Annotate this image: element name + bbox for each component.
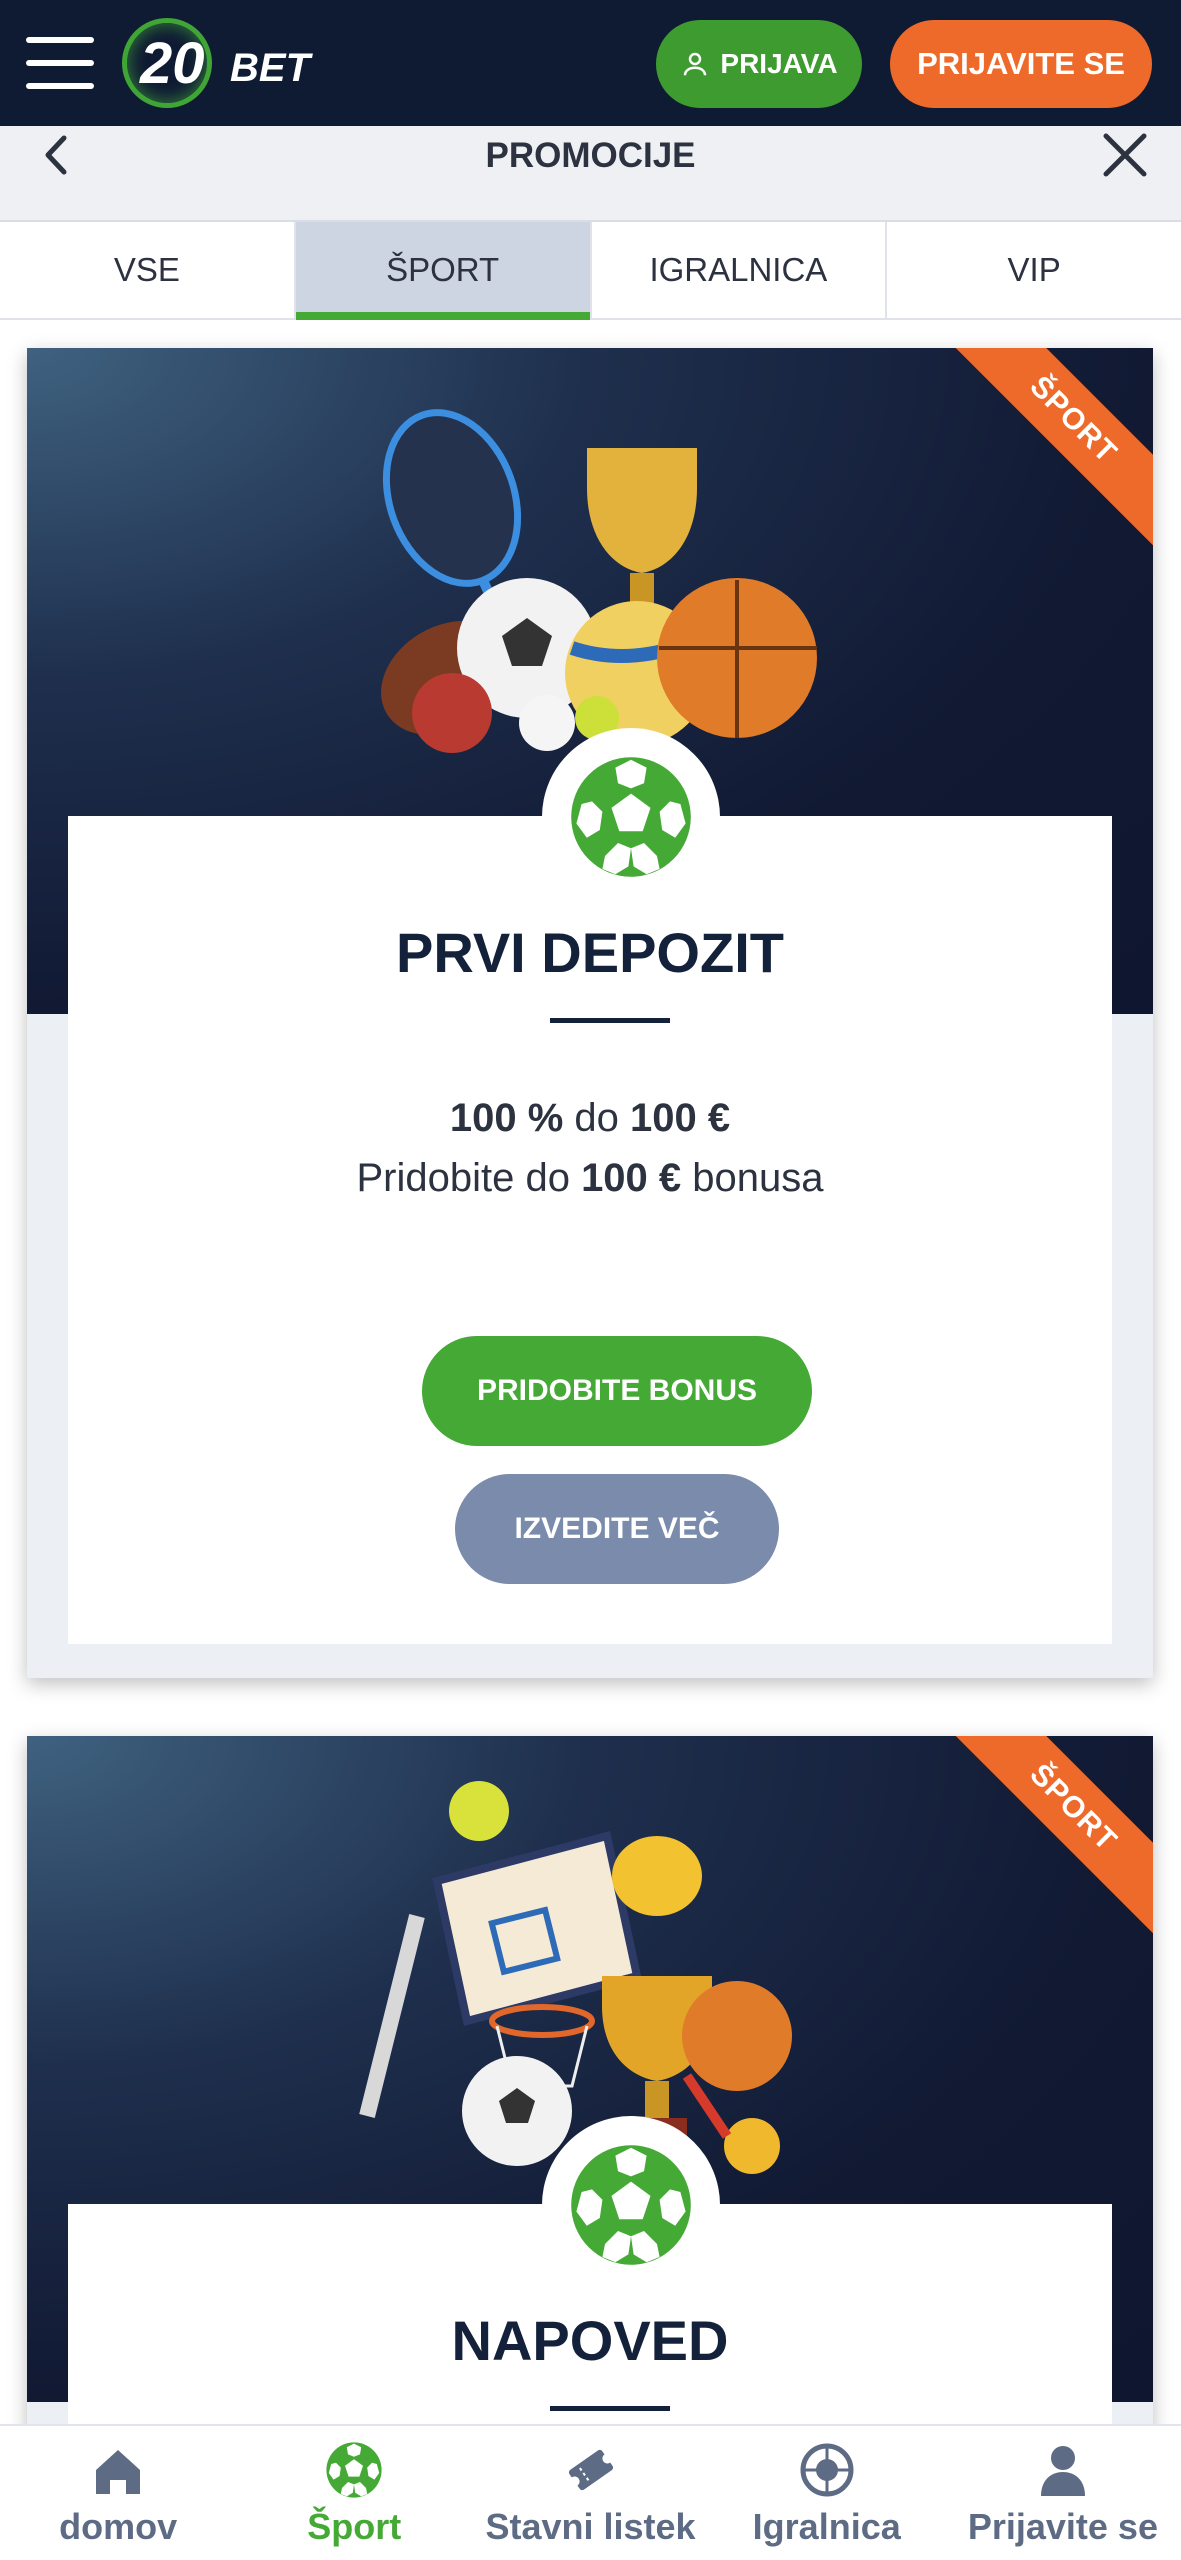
hamburger-menu-icon[interactable] bbox=[26, 33, 94, 93]
logo[interactable]: 20 BET bbox=[118, 14, 318, 112]
nav-label: Stavni listek bbox=[485, 2506, 696, 2547]
tab-sport[interactable]: ŠPORT bbox=[295, 222, 592, 320]
logo-text: BET bbox=[230, 46, 310, 90]
user-icon bbox=[1040, 2446, 1085, 2496]
offer-connector: do bbox=[563, 1096, 631, 1140]
promo-card: ŠPORT NAPOVED bbox=[27, 1736, 1153, 2436]
offer-percent: 100 % bbox=[449, 1096, 564, 1140]
login-button[interactable]: PRIJAVA bbox=[656, 20, 862, 108]
nav-item-betslip[interactable]: Stavni listek bbox=[472, 2426, 708, 2560]
login-label: PRIJAVA bbox=[720, 48, 838, 79]
desc-amount: 100 € bbox=[581, 1156, 682, 1200]
promo-card-body: PRVI DEPOZIT 100 % do 100 € Pridobite do… bbox=[68, 728, 1112, 1644]
learn-more-button[interactable]: IZVEDITE VEČ bbox=[455, 1474, 779, 1584]
nav-item-register[interactable]: Prijavite se bbox=[945, 2426, 1181, 2560]
tab-vse[interactable]: VSE bbox=[0, 222, 296, 318]
subheader: PROMOCIJE bbox=[0, 126, 1181, 222]
promo-card-body: NAPOVED bbox=[68, 2116, 1112, 2436]
bottom-nav: domov Šport Stavni listek Igralnica Prij… bbox=[0, 2424, 1181, 2560]
promo-title: NAPOVED bbox=[451, 2309, 729, 2372]
close-icon[interactable] bbox=[1100, 130, 1150, 180]
home-icon bbox=[96, 2450, 141, 2494]
desc-prefix: Pridobite do bbox=[356, 1156, 582, 1200]
logo-number: 20 bbox=[140, 31, 205, 96]
ticket-icon bbox=[568, 2449, 613, 2491]
offer-amount: 100 € bbox=[630, 1096, 731, 1140]
title-underline bbox=[550, 1018, 670, 1023]
soccer-ball-icon bbox=[326, 2442, 382, 2498]
soccer-ball-icon bbox=[571, 757, 691, 877]
nav-label: domov bbox=[59, 2506, 178, 2547]
get-bonus-button[interactable]: PRIDOBITE BONUS bbox=[422, 1336, 812, 1446]
soccer-ball-badge bbox=[542, 2116, 720, 2294]
nav-item-home[interactable]: domov bbox=[0, 2426, 236, 2560]
top-bar: 20 BET PRIJAVA PRIJAVITE SE bbox=[0, 0, 1181, 126]
page-title: PROMOCIJE bbox=[485, 136, 696, 175]
tab-igralnica[interactable]: IGRALNICA bbox=[592, 222, 888, 318]
nav-label: Igralnica bbox=[752, 2506, 901, 2547]
nav-item-casino[interactable]: Igralnica bbox=[709, 2426, 945, 2560]
nav-item-sport[interactable]: Šport bbox=[236, 2426, 472, 2560]
promo-tabs: VSE ŠPORT IGRALNICA VIP bbox=[0, 222, 1181, 320]
promo-card: ŠPORT PRVI DEPOZIT 100 % do 100 € Pridob… bbox=[27, 348, 1153, 1678]
soccer-ball-icon bbox=[571, 2145, 691, 2265]
nav-label: Prijavite se bbox=[967, 2506, 1158, 2547]
promo-description: Pridobite do 100 € bonusa bbox=[68, 1156, 1112, 1201]
soccer-ball-badge bbox=[542, 728, 720, 906]
tab-vip[interactable]: VIP bbox=[887, 222, 1181, 318]
roulette-icon bbox=[800, 2443, 854, 2497]
desc-suffix: bonusa bbox=[681, 1156, 824, 1200]
promo-title: PRVI DEPOZIT bbox=[396, 921, 784, 984]
user-outline-icon bbox=[684, 52, 707, 76]
nav-label: Šport bbox=[307, 2506, 402, 2547]
promo-offer: 100 % do 100 € bbox=[68, 1096, 1112, 1141]
register-button[interactable]: PRIJAVITE SE bbox=[890, 20, 1152, 108]
title-underline bbox=[550, 2406, 670, 2411]
